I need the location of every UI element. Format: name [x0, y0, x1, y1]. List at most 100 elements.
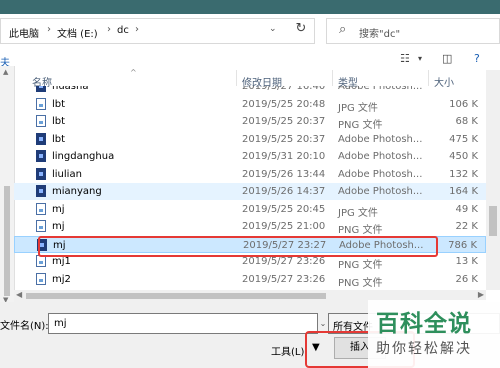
file-name: liulian: [52, 168, 82, 180]
file-size: 132 K: [449, 168, 478, 180]
refresh-icon[interactable]: ↻: [288, 16, 314, 42]
file-type: Adobe Photosh...: [338, 186, 423, 197]
view-options-icon[interactable]: ☷: [400, 52, 410, 65]
search-icon: ⌕: [339, 22, 347, 37]
scroll-left-icon[interactable]: ◀: [16, 290, 22, 299]
breadcrumb-documents-drive[interactable]: 文档 (E:): [57, 25, 98, 40]
file-size: 164 K: [449, 186, 478, 197]
filetype-value: 所有文件: [333, 322, 373, 333]
file-size: 106 K: [449, 98, 478, 110]
file-type: Adobe Photosh...: [338, 133, 423, 145]
file-row[interactable]: mj 2019/5/27 23:27 Adobe Photosh... 786 K: [14, 235, 486, 253]
file-name: lbt: [52, 116, 66, 127]
filename-label: 文件名(N):: [0, 321, 49, 332]
image-file-icon: [36, 115, 46, 127]
file-name: huasha: [52, 86, 89, 92]
file-size: 49 K: [455, 203, 478, 215]
file-row[interactable]: mj2 2019/5/27 23:26 PNG 文件 26 K: [14, 271, 486, 289]
file-row[interactable]: mianyang 2019/5/26 14:37 Adobe Photosh... 1…: [14, 183, 486, 200]
chevron-right-icon[interactable]: ›: [135, 24, 139, 35]
file-date: 2019/5/25 20:37: [242, 133, 326, 145]
file-name: mj: [52, 221, 65, 232]
file-date: 2019/5/27 16:40: [242, 86, 326, 92]
file-size: 450 K: [449, 151, 478, 162]
watermark-title: 百科全说: [376, 311, 472, 337]
file-row[interactable]: mj1 2019/5/27 23:26 PNG 文件 13 K: [14, 253, 486, 271]
breadcrumb-this-pc[interactable]: 此电脑: [9, 25, 39, 40]
preview-pane-icon[interactable]: ◫: [442, 52, 452, 65]
file-list-vertical-scrollbar[interactable]: [486, 70, 500, 290]
file-name: mj: [53, 239, 66, 251]
file-type: JPG 文件: [338, 207, 378, 219]
scroll-thumb[interactable]: [489, 206, 497, 236]
chevron-down-icon[interactable]: ⌄: [269, 24, 277, 34]
image-file-icon: [36, 220, 46, 232]
image-file-icon: [36, 202, 46, 215]
file-size: 26 K: [455, 273, 478, 285]
file-type: Adobe Photosh...: [338, 168, 423, 180]
photoshop-file-icon: [37, 238, 47, 251]
chevron-right-icon[interactable]: ›: [47, 24, 51, 35]
column-header: ^ 名称 修改日期 类型 大小: [14, 68, 486, 89]
file-type: PNG 文件: [338, 277, 383, 289]
file-date: 2019/5/27 23:27: [243, 239, 327, 251]
file-row[interactable]: lbt 2019/5/25 20:37 PNG 文件 68 K: [14, 113, 486, 131]
file-name: mj1: [52, 256, 71, 267]
file-name: mianyang: [52, 186, 102, 197]
file-date: 2019/5/26 14:37: [242, 186, 326, 197]
file-row[interactable]: liulian 2019/5/26 13:44 Adobe Photosh... 13…: [14, 166, 486, 183]
scroll-up-icon[interactable]: ▲: [3, 68, 8, 76]
breadcrumb-dc[interactable]: dc: [117, 25, 129, 36]
file-type: Adobe Photosh...: [338, 86, 423, 92]
file-size: 22 K: [455, 221, 478, 232]
window-title-bar: [0, 0, 500, 14]
file-size: 475 K: [449, 133, 478, 145]
file-list: huasha 2019/5/27 16:40 Adobe Photosh... lbt…: [14, 86, 486, 290]
chevron-right-icon[interactable]: ›: [107, 24, 111, 35]
file-date: 2019/5/25 21:00: [242, 221, 326, 232]
photoshop-file-icon: [36, 132, 46, 145]
file-type: PNG 文件: [338, 120, 383, 131]
file-type: PNG 文件: [338, 225, 383, 236]
file-date: 2019/5/25 20:48: [242, 98, 326, 110]
tools-dropdown-icon[interactable]: ▼: [312, 342, 320, 353]
image-file-icon: [36, 272, 46, 285]
column-divider[interactable]: [332, 70, 333, 86]
file-name: lbt: [52, 133, 66, 145]
image-file-icon: [36, 255, 46, 267]
file-date: 2019/5/25 20:45: [242, 203, 326, 215]
file-row[interactable]: lbt 2019/5/25 20:48 JPG 文件 106 K: [14, 96, 486, 114]
search-input[interactable]: 搜索"dc": [359, 25, 400, 40]
file-date: 2019/5/25 20:37: [242, 116, 326, 127]
file-size: 13 K: [455, 256, 478, 267]
chevron-down-icon[interactable]: ⌄: [318, 313, 328, 334]
file-row[interactable]: huasha 2019/5/27 16:40 Adobe Photosh...: [14, 86, 486, 95]
search-box[interactable]: ⌕ 搜索"dc": [326, 18, 500, 44]
file-date: 2019/5/31 20:10: [242, 151, 326, 162]
sort-up-icon: ^: [130, 68, 137, 77]
file-name: mj2: [52, 273, 71, 285]
file-size: 786 K: [448, 239, 477, 251]
column-divider[interactable]: [428, 70, 429, 86]
column-divider[interactable]: [236, 70, 237, 86]
file-type: Adobe Photosh...: [338, 151, 423, 162]
watermark-subtitle: 助你轻松解决: [376, 341, 472, 357]
file-date: 2019/5/27 23:26: [242, 273, 326, 285]
scroll-thumb[interactable]: [4, 186, 10, 296]
file-row[interactable]: lingdanghua 2019/5/31 20:10 Adobe Photosh.…: [14, 148, 486, 165]
address-bar[interactable]: 此电脑 › 文档 (E:) › dc › ⌄: [0, 18, 315, 44]
help-icon[interactable]: ?: [474, 52, 480, 65]
filename-input[interactable]: mj: [48, 313, 318, 334]
file-row[interactable]: lbt 2019/5/25 20:37 Adobe Photosh... 475 K: [14, 131, 486, 148]
image-file-icon: [36, 97, 46, 110]
photoshop-file-icon: [36, 167, 46, 180]
tools-menu[interactable]: 工具(L): [271, 343, 304, 358]
nav-pane-scrollbar[interactable]: ▲ ▼: [0, 66, 15, 312]
file-type: Adobe Photosh...: [339, 239, 424, 251]
file-name: mj: [52, 203, 65, 215]
view-dropdown-icon[interactable]: ▾: [418, 54, 422, 63]
scroll-right-icon[interactable]: ▶: [478, 290, 484, 299]
file-row[interactable]: mj 2019/5/25 20:45 JPG 文件 49 K: [14, 201, 486, 219]
file-row[interactable]: mj 2019/5/25 21:00 PNG 文件 22 K: [14, 218, 486, 236]
scroll-thumb[interactable]: [26, 293, 326, 299]
